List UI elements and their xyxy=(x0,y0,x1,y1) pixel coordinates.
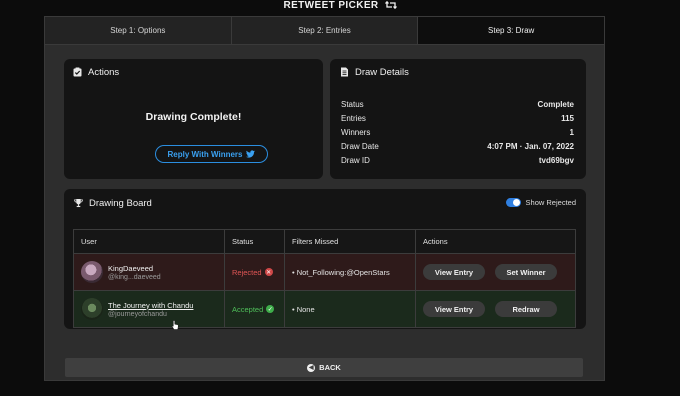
detail-label: Winners xyxy=(341,127,371,137)
back-label: BACK xyxy=(319,363,341,372)
reply-label: Reply With Winners xyxy=(167,149,243,159)
view-entry-button[interactable]: View Entry xyxy=(423,264,485,280)
status-cell: Accepted ✓ xyxy=(224,290,285,328)
detail-label: Entries xyxy=(341,113,366,123)
avatar xyxy=(81,298,103,320)
user-cell: KingDaeveed @king...daeveed xyxy=(73,253,225,291)
reply-with-winners-button[interactable]: Reply With Winners xyxy=(155,145,268,163)
show-rejected-label: Show Rejected xyxy=(525,198,576,207)
table-header-row: User Status Filters Missed Actions xyxy=(73,229,576,254)
app-title: RETWEET PICKER xyxy=(283,0,379,11)
tab-step-draw[interactable]: Step 3: Draw xyxy=(418,17,605,44)
drawing-board-card: Drawing Board Show Rejected User Status … xyxy=(64,189,586,329)
status-cell: Rejected ✕ xyxy=(224,253,285,291)
column-header-actions: Actions xyxy=(415,229,576,254)
user-name-link[interactable]: The Journey with Chandu xyxy=(108,301,193,310)
filters-cell: • Not_Following:@OpenStars xyxy=(284,253,416,291)
drawing-complete-message: Drawing Complete! xyxy=(145,111,242,123)
draw-panel: Actions Drawing Complete! Reply With Win… xyxy=(44,45,605,381)
show-rejected-toggle-group: Show Rejected xyxy=(505,198,576,207)
user-handle: @journeyofchandu xyxy=(108,310,167,318)
trophy-icon xyxy=(74,198,83,208)
mouse-cursor-icon xyxy=(172,320,179,330)
detail-row-status: Status Complete xyxy=(341,97,574,111)
twitter-bird-icon xyxy=(246,150,256,158)
user-name: KingDaeveed xyxy=(108,263,154,273)
actions-cell: View Entry Redraw xyxy=(415,290,576,328)
detail-value: 115 xyxy=(561,113,574,123)
table-row: KingDaeveed @king...daeveed Rejected ✕ •… xyxy=(73,253,576,291)
table-row: The Journey with Chandu @journeyofchandu… xyxy=(73,290,576,328)
user-cell: The Journey with Chandu @journeyofchandu xyxy=(73,290,225,328)
draw-details-title: Draw Details xyxy=(355,66,409,78)
filters-cell: • None xyxy=(284,290,416,328)
column-header-status: Status xyxy=(224,229,285,254)
column-header-filters: Filters Missed xyxy=(284,229,416,254)
step-tabs: Step 1: Options Step 2: Entries Step 3: … xyxy=(44,16,605,45)
draw-details-header: Draw Details xyxy=(330,59,586,85)
detail-value: 1 xyxy=(569,127,574,137)
actions-cell: View Entry Set Winner xyxy=(415,253,576,291)
detail-row-draw-id: Draw ID tvd69bgv xyxy=(341,153,574,167)
detail-value: tvd69bgv xyxy=(538,155,574,165)
detail-row-winners: Winners 1 xyxy=(341,125,574,139)
user-handle: @king...daeveed xyxy=(108,273,161,281)
x-circle-icon: ✕ xyxy=(264,268,273,276)
draw-details-list: Status Complete Entries 115 Winners 1 Dr… xyxy=(341,97,574,167)
check-circle-icon: ✓ xyxy=(266,305,275,313)
column-header-user: User xyxy=(73,229,225,254)
arrow-left-circle-icon: ◀ xyxy=(307,363,316,372)
clipboard-check-icon xyxy=(73,67,82,77)
redraw-button[interactable]: Redraw xyxy=(495,301,557,317)
tab-step-options[interactable]: Step 1: Options xyxy=(45,17,232,44)
document-icon xyxy=(341,67,348,77)
detail-value: Complete xyxy=(537,99,574,109)
status-badge: Rejected xyxy=(232,267,262,277)
set-winner-button[interactable]: Set Winner xyxy=(495,264,557,280)
back-button[interactable]: ◀ BACK xyxy=(65,358,583,377)
detail-row-entries: Entries 115 xyxy=(341,111,574,125)
detail-label: Draw Date xyxy=(341,141,379,151)
avatar xyxy=(81,261,103,283)
draw-details-card: Draw Details Status Complete Entries 115… xyxy=(330,59,586,179)
view-entry-button[interactable]: View Entry xyxy=(423,301,485,317)
detail-label: Draw ID xyxy=(341,155,370,165)
actions-card: Actions Drawing Complete! Reply With Win… xyxy=(64,59,323,179)
status-badge: Accepted xyxy=(232,304,264,314)
actions-header: Actions xyxy=(64,59,323,85)
actions-title: Actions xyxy=(88,66,120,78)
retweet-icon xyxy=(384,0,397,10)
drawing-board-title: Drawing Board xyxy=(89,197,152,209)
app-header: RETWEET PICKER xyxy=(0,0,680,12)
detail-row-draw-date: Draw Date 4:07 PM · Jan. 07, 2022 xyxy=(341,139,574,153)
detail-value: 4:07 PM · Jan. 07, 2022 xyxy=(487,141,574,151)
tab-step-entries[interactable]: Step 2: Entries xyxy=(232,17,419,44)
entries-table: User Status Filters Missed Actions KingD… xyxy=(73,229,576,328)
detail-label: Status xyxy=(341,99,364,109)
show-rejected-toggle[interactable] xyxy=(505,198,521,207)
